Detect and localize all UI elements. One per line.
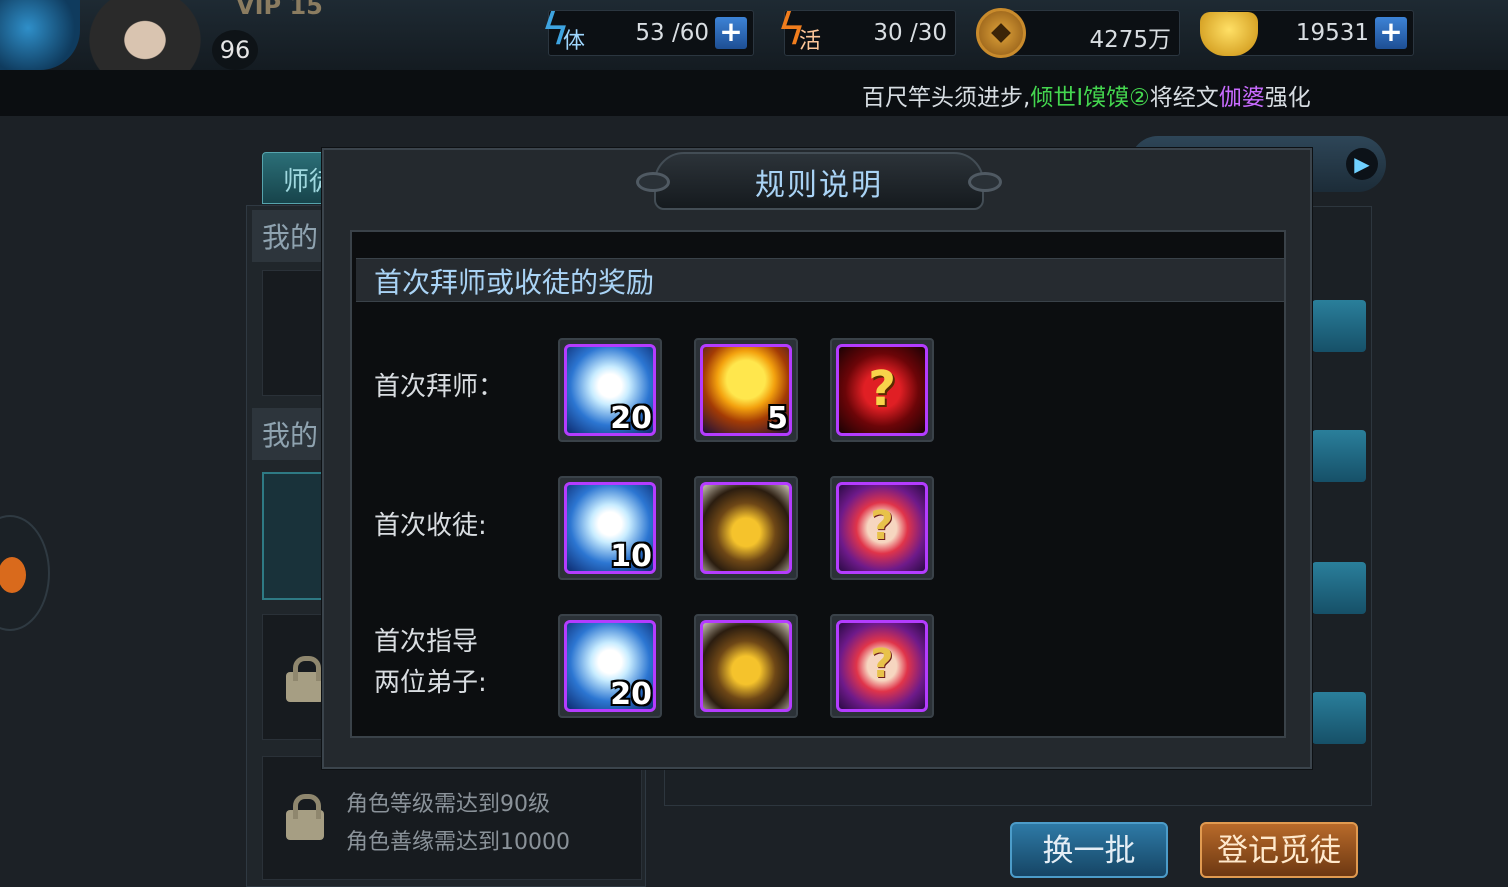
arrow-right-icon: ▶ [1346, 148, 1378, 180]
add-stamina-button[interactable]: + [715, 17, 747, 49]
item-count: 5 [767, 401, 788, 436]
section-title: 首次拜师或收徒的奖励 [374, 266, 655, 299]
mystery-weapon-icon: ? [836, 344, 928, 436]
player-level: 96 [212, 30, 258, 70]
reward-slot[interactable]: 20 [558, 614, 662, 718]
vitality-value: 30 /30 [873, 20, 947, 46]
lock-icon [286, 656, 324, 702]
rules-modal: 规则说明 首次拜师或收徒的奖励 首次拜师： 20 5 ? 首次收徒: 10 ? … [322, 148, 1312, 769]
reward-row-label: 首次拜师： [374, 372, 505, 402]
side-action-button[interactable] [1312, 300, 1366, 352]
reward-slot[interactable]: 10 [558, 476, 662, 580]
rules-content: 首次拜师或收徒的奖励 首次拜师： 20 5 ? 首次收徒: 10 ? 首次指导 … [350, 230, 1286, 738]
reward-slot[interactable]: ? [830, 476, 934, 580]
side-action-button[interactable] [1312, 562, 1366, 614]
modal-title: 规则说明 [755, 168, 883, 203]
reward-slot[interactable] [694, 614, 798, 718]
side-action-button[interactable] [1312, 430, 1366, 482]
copper-coin-icon [976, 8, 1026, 58]
mystery-scroll-icon: ? [836, 620, 928, 712]
coins-value: 4275万 [1089, 27, 1171, 53]
requirement-karma: 角色善缘需达到10000 [346, 830, 570, 855]
stamina-value: 53 /60 [635, 20, 709, 46]
modal-title-plate: 规则说明 [636, 152, 1002, 210]
side-mascot-icon[interactable] [0, 515, 50, 631]
reward-slot[interactable]: 20 [558, 338, 662, 442]
coins-stat: 4275万 [1000, 10, 1180, 56]
requirement-level: 角色等级需达到90级 [346, 792, 550, 817]
vitality-bolt-icon: ϟ活 [777, 4, 822, 55]
ticker-message: 百尺竿头须进步,倾世I馍馍②将经文伽婆强化 [862, 85, 1311, 111]
vitality-stat: ϟ活 30 /30 [777, 5, 956, 56]
side-action-button[interactable] [1312, 692, 1366, 744]
lock-icon [286, 794, 324, 840]
reward-row-label: 首次指导 两位弟子: [374, 627, 487, 698]
reward-slot[interactable]: ? [830, 614, 934, 718]
section-header: 首次拜师或收徒的奖励 [356, 258, 1284, 302]
ingots-value: 19531 [1295, 20, 1369, 46]
item-count: 20 [610, 677, 652, 712]
reward-row-label: 首次收徒: [374, 511, 487, 541]
gold-ingot-icon [1200, 12, 1258, 56]
item-count: 10 [610, 539, 652, 574]
vip-badge: VIP 15 [236, 0, 323, 20]
refresh-batch-button[interactable]: 换一批 [1010, 822, 1168, 878]
reward-slot[interactable]: 5 [694, 338, 798, 442]
reward-slot[interactable]: ? [830, 338, 934, 442]
reward-slot[interactable] [694, 476, 798, 580]
stamina-stat: ϟ体 53 /60 + [541, 5, 754, 56]
add-ingots-button[interactable]: + [1375, 17, 1407, 49]
register-seek-disciple-button[interactable]: 登记觅徒 [1200, 822, 1358, 878]
treasure-chest-icon [700, 482, 792, 574]
item-count: 20 [610, 401, 652, 436]
stamina-bolt-icon: ϟ体 [541, 4, 586, 55]
treasure-chest-icon [700, 620, 792, 712]
mystery-scroll-icon: ? [836, 482, 928, 574]
